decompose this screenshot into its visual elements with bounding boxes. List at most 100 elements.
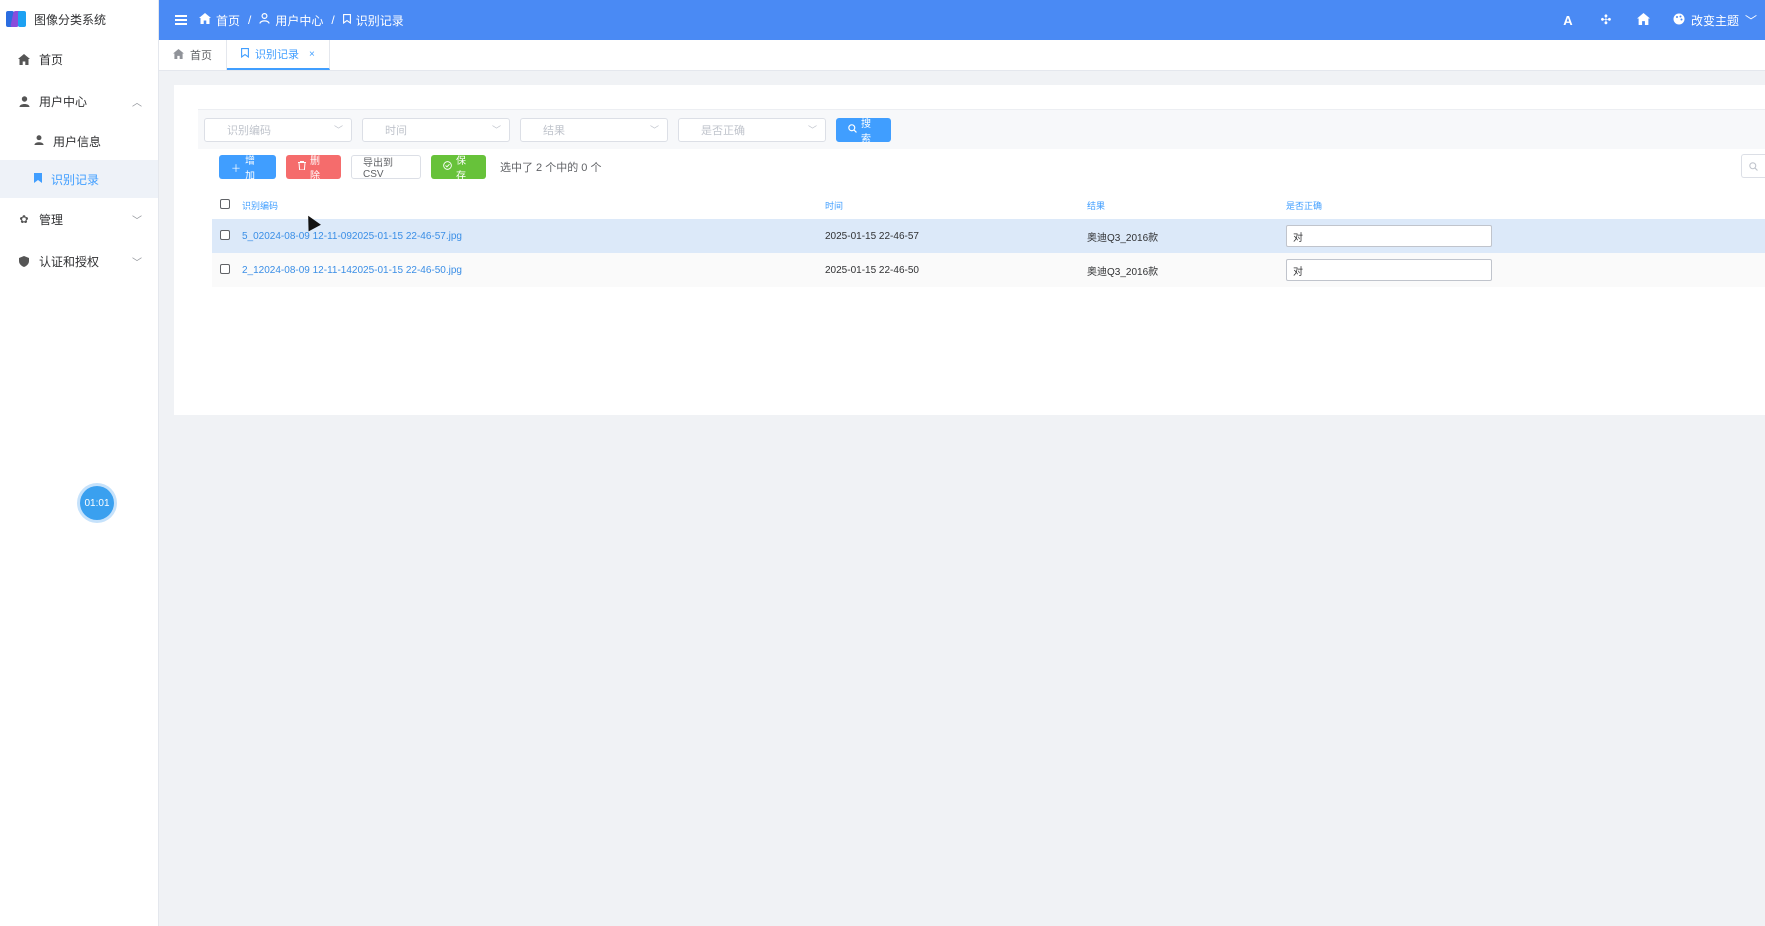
- tab-label: 首页: [190, 50, 212, 62]
- chevron-down-icon: ﹀: [333, 125, 343, 135]
- shield-icon: [18, 255, 30, 267]
- bookmark-icon: [34, 172, 42, 186]
- row-checkbox[interactable]: [220, 230, 230, 240]
- export-button-label: 导出到CSV: [363, 158, 393, 180]
- breadcrumb-separator: /: [248, 13, 252, 27]
- home-icon[interactable]: [1625, 12, 1663, 28]
- record-correct: 对: [1286, 219, 1492, 253]
- record-time: 2025-01-15 22-46-57: [825, 230, 919, 242]
- search-button-label: 搜索: [861, 118, 871, 145]
- column-header-result[interactable]: 结果: [1087, 191, 1105, 219]
- home-icon: [173, 48, 184, 62]
- breadcrumb-user-center[interactable]: 用户中心: [275, 12, 323, 29]
- table-header: 识别编码 时间 结果 是否正确: [212, 191, 1765, 219]
- sidebar-item-label: 管理: [39, 212, 64, 227]
- bookmark-icon: [342, 13, 351, 27]
- header-actions: A ✣ 改变主题 ﹀: [1549, 0, 1765, 40]
- result-filter-placeholder: 结果: [543, 124, 565, 137]
- theme-label: 改变主题: [1690, 13, 1739, 28]
- column-header-time[interactable]: 时间: [825, 191, 843, 219]
- tab-records[interactable]: 识别记录 ×: [227, 40, 330, 70]
- palette-icon: [1673, 13, 1685, 28]
- fullscreen-icon[interactable]: ✣: [1587, 12, 1625, 28]
- sidebar-item-auth[interactable]: 认证和授权 ﹀: [0, 240, 158, 282]
- home-icon: [18, 53, 30, 65]
- user-icon: [34, 134, 44, 148]
- record-result: 奥迪Q3_2016款: [1087, 266, 1159, 278]
- sidebar-item-label: 用户信息: [53, 134, 102, 149]
- result-filter[interactable]: 结果 ﹀: [520, 117, 668, 142]
- timer-badge[interactable]: 01:01: [80, 486, 114, 520]
- home-icon: [199, 13, 211, 27]
- app-logo[interactable]: 图像分类系统: [0, 0, 158, 38]
- breadcrumb-separator: /: [331, 13, 335, 27]
- logo-icon: [6, 11, 26, 27]
- gear-icon: ✿: [19, 213, 29, 226]
- sidebar-item-label: 用户中心: [39, 94, 88, 109]
- record-correct: 对: [1286, 253, 1492, 287]
- chevron-down-icon: ﹀: [132, 257, 142, 269]
- chevron-down-icon: ﹀: [807, 125, 817, 135]
- font-size-icon[interactable]: A: [1549, 13, 1587, 28]
- column-header-code[interactable]: 识别编码: [242, 191, 278, 219]
- time-filter-placeholder: 时间: [385, 124, 407, 137]
- save-button[interactable]: 保存: [431, 155, 486, 182]
- delete-button[interactable]: 删除: [286, 155, 341, 182]
- close-icon[interactable]: ×: [309, 49, 315, 60]
- correct-filter[interactable]: 是否正确 ﹀: [678, 117, 826, 142]
- trash-icon: [298, 161, 306, 173]
- record-code: 2_12024-08-09 12-11-142025-01-15 22-46-5…: [242, 253, 462, 287]
- user-icon: [18, 95, 30, 107]
- sidebar-item-label: 识别记录: [51, 172, 100, 187]
- menu-toggle-icon[interactable]: [175, 15, 187, 25]
- breadcrumb-home[interactable]: 首页: [216, 12, 240, 29]
- plus-icon: ＋: [231, 163, 241, 175]
- filter-bar: 识别编码 ﹀ 时间 ﹀ 结果 ﹀ 是否正确 ﹀ 搜索: [198, 109, 1765, 149]
- save-button-label: 保存: [456, 156, 466, 182]
- correct-input[interactable]: 对: [1286, 259, 1492, 281]
- search-icon[interactable]: [1741, 154, 1765, 178]
- search-button[interactable]: 搜索: [836, 117, 891, 145]
- code-filter[interactable]: 识别编码 ﹀: [204, 117, 352, 142]
- record-code: 5_02024-08-09 12-11-092025-01-15 22-46-5…: [242, 219, 462, 253]
- export-csv-button[interactable]: 导出到CSV: [351, 155, 421, 180]
- sidebar-item-user-info[interactable]: 用户信息: [0, 122, 158, 160]
- breadcrumb: 首页 / 用户中心 / 识别记录: [199, 12, 404, 29]
- chevron-up-icon: ︿: [132, 97, 142, 109]
- sidebar: 图像分类系统 首页 用户中心 ︿ 用户信息 识别记录 ✿ 管理 ﹀ 认证和授权 …: [0, 0, 159, 926]
- tabs-bar: 首页 识别记录 ×: [159, 40, 1765, 71]
- correct-input[interactable]: 对: [1286, 225, 1492, 247]
- records-panel: 识别编码 ﹀ 时间 ﹀ 结果 ﹀ 是否正确 ﹀ 搜索 ＋ 增加 删除 导出到CS…: [174, 85, 1765, 415]
- row-checkbox[interactable]: [220, 264, 230, 274]
- record-result: 奥迪Q3_2016款: [1087, 232, 1159, 244]
- add-button[interactable]: ＋ 增加: [219, 155, 276, 182]
- sidebar-item-home[interactable]: 首页: [0, 38, 158, 80]
- sidebar-item-user-center[interactable]: 用户中心 ︿: [0, 80, 158, 122]
- theme-switcher[interactable]: 改变主题 ﹀: [1673, 12, 1765, 29]
- top-header: 首页 / 用户中心 / 识别记录 A ✣ 改变主题 ﹀: [159, 0, 1765, 40]
- record-code-link[interactable]: 5_02024-08-09 12-11-092025-01-15 22-46-5…: [242, 231, 462, 242]
- chevron-down-icon: ﹀: [491, 125, 501, 135]
- time-filter[interactable]: 时间 ﹀: [362, 117, 510, 142]
- sidebar-item-label: 首页: [39, 52, 64, 67]
- table-row[interactable]: 2_12024-08-09 12-11-142025-01-15 22-46-5…: [212, 253, 1765, 287]
- record-time: 2025-01-15 22-46-50: [825, 264, 919, 276]
- sidebar-item-records[interactable]: 识别记录: [0, 160, 158, 198]
- sidebar-item-manage[interactable]: ✿ 管理 ﹀: [0, 198, 158, 240]
- correct-filter-placeholder: 是否正确: [701, 124, 745, 137]
- record-code-link[interactable]: 2_12024-08-09 12-11-142025-01-15 22-46-5…: [242, 265, 462, 276]
- breadcrumb-current: 识别记录: [355, 13, 404, 28]
- select-all-checkbox[interactable]: [220, 199, 230, 209]
- column-header-correct[interactable]: 是否正确: [1286, 191, 1322, 219]
- action-toolbar: ＋ 增加 删除 导出到CSV 保存 选中了 2 个中的 0 个: [219, 155, 602, 182]
- check-circle-icon: [443, 161, 452, 173]
- selection-status: 选中了 2 个中的 0 个: [500, 162, 602, 174]
- tab-home[interactable]: 首页: [159, 40, 227, 70]
- sidebar-item-label: 认证和授权: [39, 254, 100, 269]
- bookmark-icon: [241, 47, 249, 61]
- code-filter-placeholder: 识别编码: [227, 124, 271, 137]
- table-row[interactable]: 5_02024-08-09 12-11-092025-01-15 22-46-5…: [212, 219, 1765, 253]
- app-title: 图像分类系统: [34, 12, 107, 27]
- chevron-down-icon: ﹀: [649, 125, 659, 135]
- search-icon: [848, 123, 857, 136]
